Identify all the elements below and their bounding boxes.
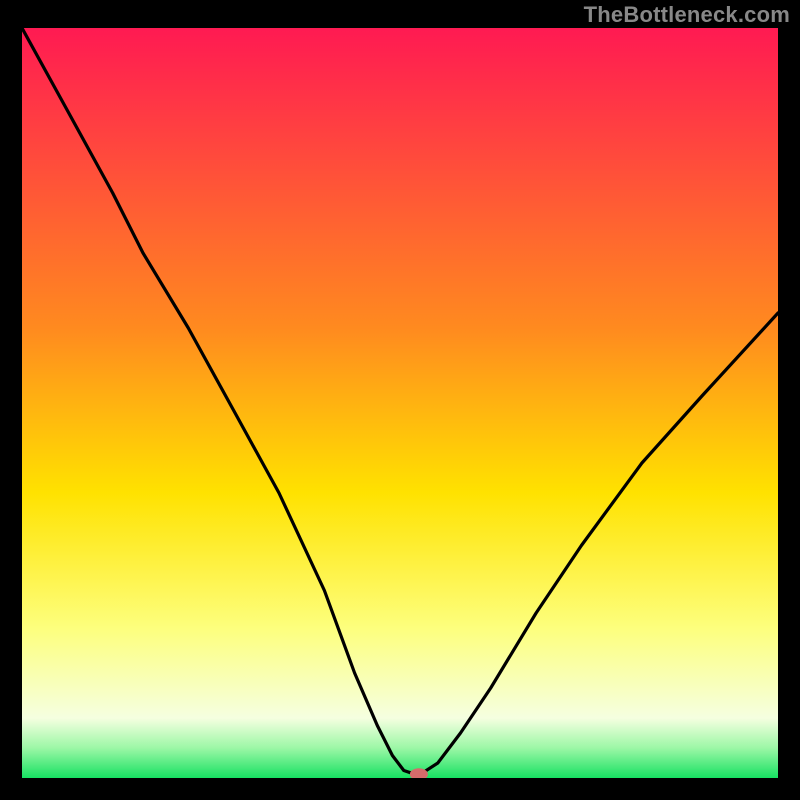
bottleneck-plot (22, 28, 778, 778)
gradient-background (22, 28, 778, 778)
chart-container: TheBottleneck.com (0, 0, 800, 800)
watermark-text: TheBottleneck.com (584, 2, 790, 28)
plot-frame (22, 28, 778, 778)
